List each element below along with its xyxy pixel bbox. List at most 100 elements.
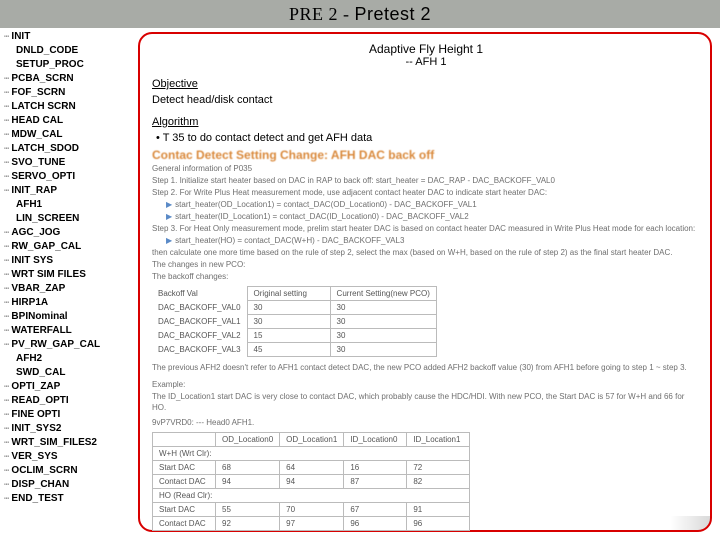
tree-node[interactable]: ⋯SERVO_OPTI: [4, 170, 134, 184]
tree-node[interactable]: DNLD_CODE: [4, 44, 134, 58]
table-cell: Contact DAC: [153, 517, 216, 531]
tree-label: WRT_SIM_FILES2: [11, 436, 97, 450]
tree-label: LATCH_SDOD: [11, 142, 79, 156]
table-header: OD_Location0: [216, 433, 280, 447]
tree-label: READ_OPTI: [11, 394, 68, 408]
tree-label: SETUP_PROC: [16, 58, 84, 72]
tree-label: SERVO_OPTI: [11, 170, 75, 184]
doc-step: Step 2. For Write Plus Heat measurement …: [152, 187, 700, 198]
table-row: DAC_BACKOFF_VAL03030: [152, 301, 436, 315]
tree-node[interactable]: ⋯INIT_SYS2: [4, 422, 134, 436]
table-row: Contact DAC92979696: [153, 517, 470, 531]
table-header: ID_Location0: [344, 433, 407, 447]
tree-label: VER_SYS: [11, 450, 57, 464]
collapse-icon: ⋯: [4, 156, 8, 170]
tree-node[interactable]: ⋯WATERFALL: [4, 324, 134, 338]
example-line: The ID_Location1 start DAC is very close…: [152, 391, 700, 413]
collapse-icon: ⋯: [4, 450, 8, 464]
tree-node[interactable]: ⋯READ_OPTI: [4, 394, 134, 408]
tree-node[interactable]: ⋯LATCH SCRN: [4, 100, 134, 114]
tree-label: LATCH SCRN: [11, 100, 75, 114]
tree-label: INIT: [11, 30, 30, 44]
doc-step: ▶start_heater(ID_Location1) = contact_DA…: [166, 211, 700, 222]
collapse-icon: ⋯: [4, 268, 8, 282]
tree-label: AFH2: [16, 352, 42, 366]
tree-node[interactable]: AFH1: [4, 198, 134, 212]
table-cell: DAC_BACKOFF_VAL3: [152, 343, 247, 357]
title-bar: PRE 2 - Pretest 2: [0, 0, 720, 28]
tree-node[interactable]: ⋯AGC_JOG: [4, 226, 134, 240]
tree-node[interactable]: ⋯VBAR_ZAP: [4, 282, 134, 296]
tree-node[interactable]: ⋯WRT_SIM_FILES2: [4, 436, 134, 450]
tree-label: WATERFALL: [11, 324, 71, 338]
collapse-icon: ⋯: [4, 296, 8, 310]
tree-node[interactable]: ⋯INIT_RAP: [4, 184, 134, 198]
tree-node[interactable]: ⋯DISP_CHAN: [4, 478, 134, 492]
tree-label: WRT SIM FILES: [11, 268, 85, 282]
table-cell: 45: [247, 343, 330, 357]
tree-node[interactable]: ⋯SVO_TUNE: [4, 156, 134, 170]
table-cell: 97: [280, 517, 344, 531]
tree-node[interactable]: ⋯PV_RW_GAP_CAL: [4, 338, 134, 352]
tree-node[interactable]: ⋯VER_SYS: [4, 450, 134, 464]
tree-label: AGC_JOG: [11, 226, 60, 240]
table-cell: 67: [344, 503, 407, 517]
tree-node[interactable]: ⋯HEAD CAL: [4, 114, 134, 128]
tree-node[interactable]: LIN_SCREEN: [4, 212, 134, 226]
collapse-icon: ⋯: [4, 492, 8, 506]
triangle-icon: ▶: [166, 200, 172, 209]
tree-node[interactable]: SETUP_PROC: [4, 58, 134, 72]
tree-node[interactable]: SWD_CAL: [4, 366, 134, 380]
table-cell: 30: [247, 301, 330, 315]
tree-node[interactable]: AFH2: [4, 352, 134, 366]
tree-label: PCBA_SCRN: [11, 72, 73, 86]
title-right: Pretest 2: [354, 4, 431, 24]
tree-node[interactable]: ⋯OPTI_ZAP: [4, 380, 134, 394]
collapse-icon: ⋯: [4, 86, 8, 100]
collapse-icon: ⋯: [4, 114, 8, 128]
table-header: OD_Location1: [280, 433, 344, 447]
table-row: DAC_BACKOFF_VAL34530: [152, 343, 436, 357]
tree-label: FINE OPTI: [11, 408, 60, 422]
tree-node[interactable]: ⋯RW_GAP_CAL: [4, 240, 134, 254]
backoff-table: Backoff ValOriginal settingCurrent Setti…: [152, 286, 437, 357]
doc-step: ▶start_heater(OD_Location1) = contact_DA…: [166, 199, 700, 210]
doc-note: The previous AFH2 doesn't refer to AFH1 …: [152, 362, 700, 373]
table-row: DAC_BACKOFF_VAL21530: [152, 329, 436, 343]
tree-label: DISP_CHAN: [11, 478, 69, 492]
collapse-icon: ⋯: [4, 226, 8, 240]
collapse-icon: ⋯: [4, 394, 8, 408]
tree-label: FOF_SCRN: [11, 86, 65, 100]
table-cell: Start DAC: [153, 503, 216, 517]
title-sep: -: [338, 4, 355, 24]
tree-node[interactable]: ⋯LATCH_SDOD: [4, 142, 134, 156]
tree-node[interactable]: ⋯HIRP1A: [4, 296, 134, 310]
tree-node[interactable]: ⋯FOF_SCRN: [4, 86, 134, 100]
tree-label: SVO_TUNE: [11, 156, 65, 170]
tree-node[interactable]: ⋯PCBA_SCRN: [4, 72, 134, 86]
table-cell: 64: [280, 461, 344, 475]
tree-node[interactable]: ⋯FINE OPTI: [4, 408, 134, 422]
content-panel: Adaptive Fly Height 1 -- AFH 1 Objective…: [138, 32, 712, 532]
collapse-icon: ⋯: [4, 464, 8, 478]
collapse-icon: ⋯: [4, 142, 8, 156]
tree-node[interactable]: ⋯INIT: [4, 30, 134, 44]
table-row: Start DAC68641672: [153, 461, 470, 475]
tree-label: OCLIM_SCRN: [11, 464, 77, 478]
tree-label: INIT SYS: [11, 254, 53, 268]
tree-node[interactable]: ⋯WRT SIM FILES: [4, 268, 134, 282]
tree-node[interactable]: ⋯INIT SYS: [4, 254, 134, 268]
tree-node[interactable]: ⋯END_TEST: [4, 492, 134, 506]
table-header: Current Setting(new PCO): [330, 287, 436, 301]
table-cell: 96: [344, 517, 407, 531]
table-row: Start DAC55706791: [153, 503, 470, 517]
tree-node[interactable]: ⋯MDW_CAL: [4, 128, 134, 142]
table-cell: 82: [407, 475, 470, 489]
tree-label: HEAD CAL: [11, 114, 63, 128]
table-cell: 30: [330, 343, 436, 357]
tree-node[interactable]: ⋯BPINominal: [4, 310, 134, 324]
collapse-icon: ⋯: [4, 380, 8, 394]
collapse-icon: ⋯: [4, 422, 8, 436]
tree-node[interactable]: ⋯OCLIM_SCRN: [4, 464, 134, 478]
collapse-icon: ⋯: [4, 100, 8, 114]
